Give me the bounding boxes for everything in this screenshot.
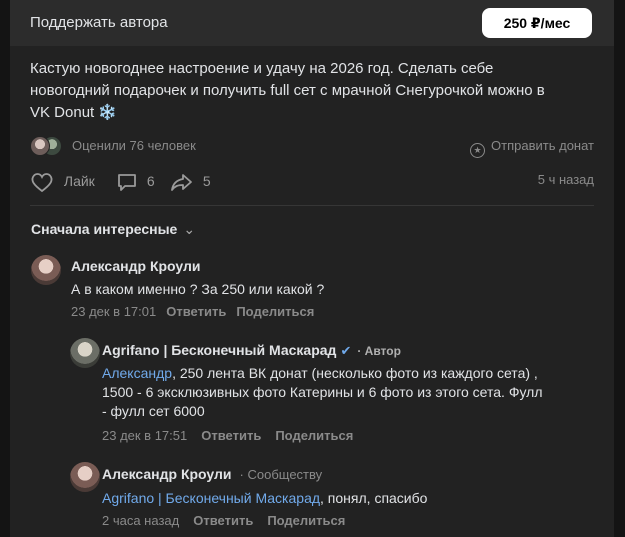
mention-link[interactable]: Александр bbox=[102, 365, 172, 381]
rated-count-link[interactable]: Оценили 76 человек bbox=[72, 138, 196, 153]
comment-meta: 2 часа назад Ответить Поделиться bbox=[102, 513, 345, 528]
comment-text-part: , понял, спасибо bbox=[320, 490, 428, 506]
share-comment-button[interactable]: Поделиться bbox=[236, 304, 314, 319]
reactor-avatar[interactable] bbox=[30, 136, 50, 156]
avatar[interactable] bbox=[31, 255, 61, 285]
like-label: Лайк bbox=[63, 173, 95, 189]
comment-text: А в каком именно ? За 250 или какой ? bbox=[71, 281, 325, 297]
comment-text-line: Александр, 250 лента ВК донат (несколько… bbox=[102, 364, 602, 383]
comment-icon bbox=[118, 174, 136, 192]
send-donate-button[interactable]: ★ Отправить донат bbox=[470, 138, 594, 158]
comments-count: 6 bbox=[146, 173, 155, 189]
post-text-line: новогодний подарочек и получить full сет… bbox=[30, 82, 545, 99]
comment-meta: 23 дек в 17:51 Ответить Поделиться bbox=[102, 428, 353, 443]
comment-text: Александр, 250 лента ВК донат (несколько… bbox=[102, 364, 602, 421]
avatar[interactable] bbox=[70, 462, 100, 492]
chevron-down-icon: ⌄ bbox=[183, 221, 196, 237]
donate-bar[interactable]: Поддержать автора 250 ₽/мес bbox=[10, 0, 614, 46]
heart-icon bbox=[31, 173, 53, 193]
comment-text-line: 1500 - 6 эксклюзивных фото Катерины и 6 … bbox=[102, 384, 543, 400]
share-button[interactable]: 5 bbox=[170, 170, 211, 194]
comment-author: Александр Кроули · Сообществу bbox=[102, 466, 322, 482]
snowflake-icon: ❄️ bbox=[98, 104, 118, 121]
like-button[interactable]: Лайк bbox=[30, 170, 95, 194]
avatar[interactable] bbox=[70, 338, 100, 368]
vk-donut-text: VK Donut bbox=[30, 104, 95, 121]
comment-date[interactable]: 23 дек в 17:01 bbox=[71, 304, 156, 319]
comment-date[interactable]: 2 часа назад bbox=[102, 513, 179, 528]
community-badge: · Сообществу bbox=[239, 467, 323, 482]
share-comment-button[interactable]: Поделиться bbox=[267, 513, 345, 528]
reply-button[interactable]: Ответить bbox=[166, 304, 226, 319]
donate-bar-label: Поддержать автора bbox=[30, 14, 168, 31]
divider bbox=[30, 205, 594, 206]
post-card: Поддержать автора 250 ₽/мес Кастую новог… bbox=[10, 0, 614, 537]
comments-sort-label: Сначала интересные bbox=[31, 221, 178, 237]
share-comment-button[interactable]: Поделиться bbox=[275, 428, 353, 443]
post-time[interactable]: 5 ч назад bbox=[538, 172, 594, 187]
post-actions: Лайк 6 5 5 ч назад bbox=[30, 170, 594, 194]
comment-text-part: , 250 лента ВК донат (несколько фото из … bbox=[172, 365, 538, 381]
share-icon bbox=[171, 174, 192, 192]
post-text-line: VK Donut ❄️ bbox=[30, 102, 598, 124]
reply-button[interactable]: Ответить bbox=[193, 513, 253, 528]
comment-author: Agrifano | Бесконечный Маскарад ✔ · Автор bbox=[102, 342, 401, 359]
author-badge: · Автор bbox=[357, 344, 401, 358]
shares-count: 5 bbox=[202, 173, 211, 189]
send-donate-label: Отправить донат bbox=[491, 138, 594, 153]
comments-sort-dropdown[interactable]: Сначала интересные ⌄ bbox=[31, 221, 195, 238]
comment-text-line: - фулл сет 6000 bbox=[102, 403, 205, 419]
comment-author-name[interactable]: Agrifano | Бесконечный Маскарад bbox=[102, 342, 336, 358]
verified-icon: ✔ bbox=[340, 343, 352, 358]
comment-author[interactable]: Александр Кроули bbox=[71, 258, 201, 274]
donate-star-icon: ★ bbox=[470, 143, 486, 158]
comment-text: Agrifano | Бесконечный Маскарад, понял, … bbox=[102, 489, 602, 508]
comment-meta: 23 дек в 17:01 Ответить Поделиться bbox=[71, 304, 314, 319]
mention-link[interactable]: Agrifano | Бесконечный Маскарад bbox=[102, 490, 320, 506]
comments-button[interactable]: 6 bbox=[116, 170, 155, 194]
rated-row: Оценили 76 человек ★ Отправить донат bbox=[30, 134, 594, 158]
comment-date[interactable]: 23 дек в 17:51 bbox=[102, 428, 187, 443]
post-text-line: Кастую новогоднее настроение и удачу на … bbox=[30, 60, 494, 77]
donate-price-button[interactable]: 250 ₽/мес bbox=[482, 8, 592, 38]
post-text: Кастую новогоднее настроение и удачу на … bbox=[30, 58, 598, 124]
reply-button[interactable]: Ответить bbox=[201, 428, 261, 443]
comment-author-name[interactable]: Александр Кроули bbox=[102, 466, 232, 482]
